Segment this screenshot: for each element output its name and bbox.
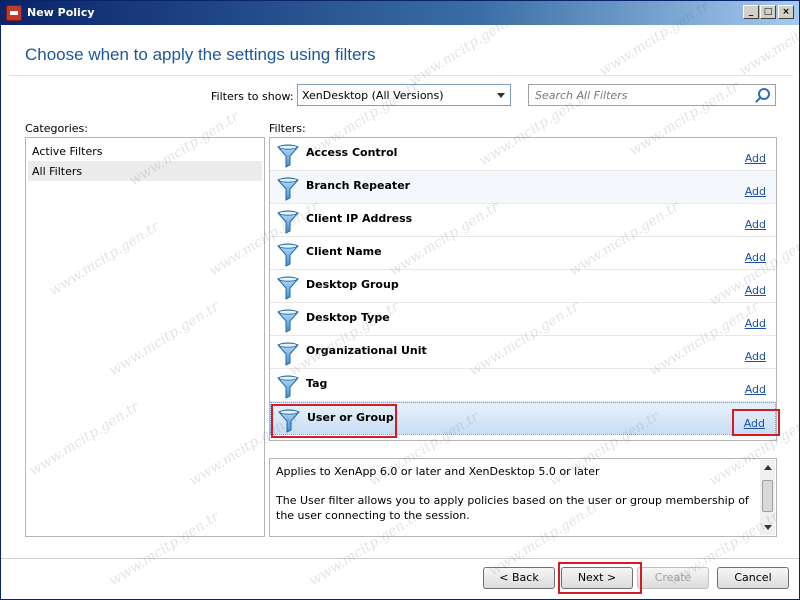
filter-name: Client IP Address <box>306 212 413 225</box>
filter-name: Tag <box>306 377 328 390</box>
filters-to-show-dropdown[interactable]: XenDesktop (All Versions) <box>297 84 511 106</box>
add-filter-link[interactable]: Add <box>745 350 766 363</box>
minimize-button[interactable]: _ <box>743 5 759 19</box>
dropdown-selected-value: XenDesktop (All Versions) <box>302 89 444 102</box>
title-bar[interactable]: New Policy _ □ × <box>1 1 799 25</box>
filter-row[interactable]: Organizational Unit Add <box>270 336 776 369</box>
footer-divider <box>1 558 799 559</box>
categories-label: Categories: <box>25 122 88 135</box>
funnel-icon <box>277 342 299 366</box>
description-text: The User filter allows you to apply poli… <box>276 494 749 522</box>
close-button[interactable]: × <box>778 5 794 19</box>
filter-row[interactable]: Client IP Address Add <box>270 204 776 237</box>
policy-app-icon <box>6 5 22 21</box>
page-heading: Choose when to apply the settings using … <box>25 45 376 64</box>
add-filter-link[interactable]: Add <box>745 284 766 297</box>
filter-name: User or Group <box>307 411 394 424</box>
funnel-icon <box>277 243 299 267</box>
window-title: New Policy <box>27 6 95 19</box>
back-button[interactable]: < Back <box>483 567 555 589</box>
filter-name: Desktop Group <box>306 278 399 291</box>
scroll-thumb[interactable] <box>762 480 773 512</box>
add-filter-link[interactable]: Add <box>745 218 766 231</box>
filter-name: Branch Repeater <box>306 179 411 192</box>
funnel-icon <box>278 409 300 433</box>
chevron-down-icon <box>497 93 505 98</box>
category-item[interactable]: Active Filters <box>28 141 262 161</box>
create-button[interactable]: Create <box>637 567 709 589</box>
description-applies: Applies to XenApp 6.0 or later and XenDe… <box>276 465 600 478</box>
search-input[interactable]: Search All Filters <box>528 84 776 106</box>
add-filter-link[interactable]: Add <box>745 152 766 165</box>
funnel-icon <box>277 375 299 399</box>
next-button[interactable]: Next > <box>561 567 633 589</box>
filter-name: Desktop Type <box>306 311 390 324</box>
filter-row[interactable]: Access Control Add <box>270 138 776 171</box>
filter-name: Organizational Unit <box>306 344 427 357</box>
funnel-icon <box>277 309 299 333</box>
description-scrollbar[interactable] <box>760 460 775 535</box>
search-icon[interactable] <box>758 88 770 100</box>
filter-description-box: Applies to XenApp 6.0 or later and XenDe… <box>269 458 777 537</box>
filter-row[interactable]: Desktop Group Add <box>270 270 776 303</box>
add-filter-link[interactable]: Add <box>745 383 766 396</box>
add-filter-link[interactable]: Add <box>745 185 766 198</box>
funnel-icon <box>277 177 299 201</box>
categories-list[interactable]: Active Filters All Filters <box>25 137 265 537</box>
add-filter-link[interactable]: Add <box>745 317 766 330</box>
filter-name: Access Control <box>306 146 398 159</box>
funnel-icon <box>277 144 299 168</box>
search-placeholder: Search All Filters <box>535 89 628 102</box>
scroll-up-icon[interactable] <box>764 465 772 470</box>
filters-label: Filters: <box>269 122 306 135</box>
funnel-icon <box>277 276 299 300</box>
funnel-icon <box>277 210 299 234</box>
filter-row[interactable]: Tag Add <box>270 369 776 402</box>
maximize-button[interactable]: □ <box>760 5 776 19</box>
filter-row[interactable]: Branch Repeater Add <box>270 171 776 204</box>
filter-row[interactable]: User or Group Add <box>270 402 776 435</box>
filters-to-show-label: Filters to show: <box>211 90 294 103</box>
scroll-down-icon[interactable] <box>764 525 772 530</box>
filters-list[interactable]: Access Control Add Branch Repeater Add Clien… <box>269 137 777 441</box>
filter-row[interactable]: Desktop Type Add <box>270 303 776 336</box>
dialog-window: New Policy _ □ × Choose when to apply th… <box>0 0 800 600</box>
header-divider <box>9 75 793 76</box>
cancel-button[interactable]: Cancel <box>717 567 789 589</box>
category-item[interactable]: All Filters <box>28 161 262 181</box>
filter-name: Client Name <box>306 245 382 258</box>
filter-row[interactable]: Client Name Add <box>270 237 776 270</box>
add-filter-link[interactable]: Add <box>744 417 765 430</box>
add-filter-link[interactable]: Add <box>745 251 766 264</box>
